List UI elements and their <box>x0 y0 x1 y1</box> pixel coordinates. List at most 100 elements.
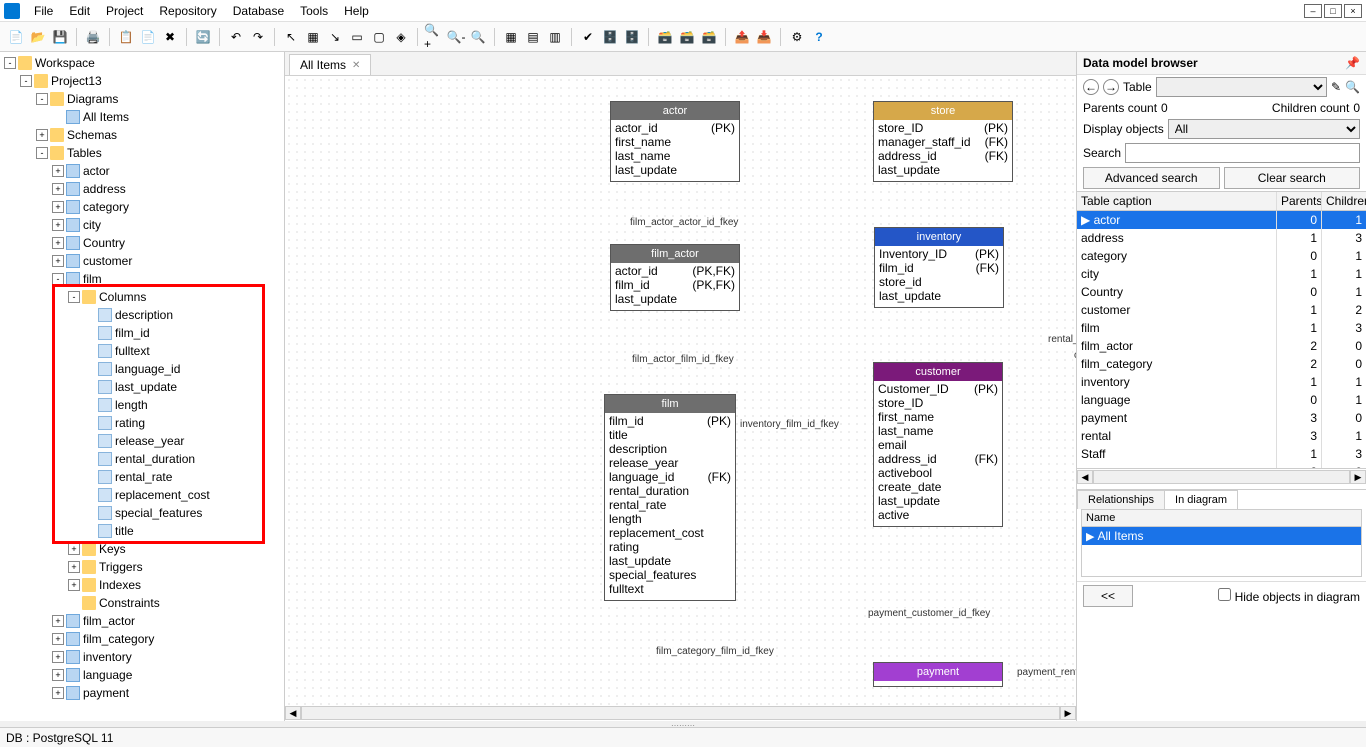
entity-column[interactable]: fulltext <box>609 582 731 596</box>
entity-column[interactable]: last_update <box>615 163 735 177</box>
pointer-icon[interactable]: ↖ <box>281 27 301 47</box>
entity-inventory[interactable]: inventoryInventory_ID(PK)film_id(FK)stor… <box>874 227 1004 308</box>
db3-icon[interactable]: 🗃️ <box>655 27 675 47</box>
group-tool-icon[interactable]: ▢ <box>369 27 389 47</box>
tree-all-items[interactable]: All Items <box>0 108 284 126</box>
entity-store[interactable]: storestore_ID(PK)manager_staff_id(FK)add… <box>873 101 1013 182</box>
entity-column[interactable]: first_name <box>878 410 998 424</box>
entity-column[interactable]: last_name <box>615 149 735 163</box>
tree-column-language_id[interactable]: language_id <box>0 360 284 378</box>
entity-column[interactable]: last_name <box>878 424 998 438</box>
entity-payment[interactable]: payment <box>873 662 1003 687</box>
tree-table-inventory[interactable]: +inventory <box>0 648 284 666</box>
menu-edit[interactable]: Edit <box>61 2 98 20</box>
find-icon[interactable]: 🔍 <box>1345 80 1360 94</box>
entity-column[interactable]: last_update <box>878 163 1008 177</box>
hide-objects-checkbox[interactable]: Hide objects in diagram <box>1218 588 1360 604</box>
back-button[interactable]: << <box>1083 585 1133 607</box>
tree-column-rating[interactable]: rating <box>0 414 284 432</box>
pin-icon[interactable]: 📌 <box>1345 56 1360 70</box>
entity-column[interactable]: store_ID <box>878 396 998 410</box>
tree-column-title[interactable]: title <box>0 522 284 540</box>
tree-column-last_update[interactable]: last_update <box>0 378 284 396</box>
tree-column-description[interactable]: description <box>0 306 284 324</box>
tab-in-diagram[interactable]: In diagram <box>1164 490 1238 509</box>
tree-table-film[interactable]: -film <box>0 270 284 288</box>
tree-indexes[interactable]: +Indexes <box>0 576 284 594</box>
tree-table-Country[interactable]: +Country <box>0 234 284 252</box>
entity-column[interactable]: store_ID(PK) <box>878 121 1008 135</box>
close-button[interactable]: × <box>1344 4 1362 18</box>
tab-all-items[interactable]: All Items ✕ <box>289 54 371 75</box>
tree-project[interactable]: -Project13 <box>0 72 284 90</box>
entity-column[interactable]: film_id(FK) <box>879 261 999 275</box>
tree-table-film_category[interactable]: +film_category <box>0 630 284 648</box>
grid-row[interactable]: film_actor20 <box>1077 337 1366 355</box>
entity-column[interactable]: actor_id(PK,FK) <box>615 264 735 278</box>
grid-row[interactable]: language01 <box>1077 391 1366 409</box>
zoom-out-icon[interactable]: 🔍- <box>446 27 466 47</box>
tree-table-category[interactable]: +category <box>0 198 284 216</box>
import-icon[interactable]: 📥 <box>754 27 774 47</box>
tree-tables[interactable]: -Tables <box>0 144 284 162</box>
print-icon[interactable]: 🖨️ <box>83 27 103 47</box>
tree-constraints[interactable]: Constraints <box>0 594 284 612</box>
menu-help[interactable]: Help <box>336 2 377 20</box>
tree-workspace[interactable]: -Workspace <box>0 54 284 72</box>
tree-keys[interactable]: +Keys <box>0 540 284 558</box>
tree-column-fulltext[interactable]: fulltext <box>0 342 284 360</box>
tree-column-replacement_cost[interactable]: replacement_cost <box>0 486 284 504</box>
diagram-list[interactable]: Name ▶ All Items <box>1081 509 1362 577</box>
entity-column[interactable]: last_update <box>878 494 998 508</box>
tree-table-language[interactable]: +language <box>0 666 284 684</box>
db4-icon[interactable]: 🗃️ <box>677 27 697 47</box>
menu-repository[interactable]: Repository <box>151 2 224 20</box>
copy-icon[interactable]: 📋 <box>116 27 136 47</box>
clear-search-button[interactable]: Clear search <box>1224 167 1361 189</box>
tree-table-address[interactable]: +address <box>0 180 284 198</box>
entity-column[interactable]: first_name <box>615 135 735 149</box>
tree-table-film_actor[interactable]: +film_actor <box>0 612 284 630</box>
grid-row[interactable]: category01 <box>1077 247 1366 265</box>
tree-column-release_year[interactable]: release_year <box>0 432 284 450</box>
grid-row[interactable]: customer12 <box>1077 301 1366 319</box>
minimize-button[interactable]: – <box>1304 4 1322 18</box>
browser-grid[interactable]: ▶ actor01address13category01city11Countr… <box>1077 211 1366 469</box>
paste-icon[interactable]: 📄 <box>138 27 158 47</box>
diagram-list-item[interactable]: ▶ All Items <box>1082 527 1361 545</box>
tab-relationships[interactable]: Relationships <box>1077 490 1165 509</box>
entity-column[interactable]: release_year <box>609 456 731 470</box>
entity-column[interactable]: rental_rate <box>609 498 731 512</box>
settings-icon[interactable]: ⚙ <box>787 27 807 47</box>
tree-column-film_id[interactable]: film_id <box>0 324 284 342</box>
entity-column[interactable]: rental_duration <box>609 484 731 498</box>
tree-table-city[interactable]: +city <box>0 216 284 234</box>
entity-column[interactable]: film_id(PK) <box>609 414 731 428</box>
entity-column[interactable]: special_features <box>609 568 731 582</box>
search-input[interactable] <box>1125 143 1360 163</box>
tree-columns[interactable]: -Columns <box>0 288 284 306</box>
entity-column[interactable]: address_id(FK) <box>878 452 998 466</box>
entity-column[interactable]: actor_id(PK) <box>615 121 735 135</box>
entity-column[interactable]: last_update <box>615 292 735 306</box>
grid-icon[interactable]: ▦ <box>501 27 521 47</box>
grid-row[interactable]: payment30 <box>1077 409 1366 427</box>
advanced-search-button[interactable]: Advanced search <box>1083 167 1220 189</box>
undo-icon[interactable]: ↶ <box>226 27 246 47</box>
diagram-canvas[interactable]: actoractor_id(PK)first_namelast_namelast… <box>285 76 1076 705</box>
zoom-in-icon[interactable]: 🔍+ <box>424 27 444 47</box>
entity-column[interactable]: create_date <box>878 480 998 494</box>
db2-icon[interactable]: 🗄️ <box>622 27 642 47</box>
tree-schemas[interactable]: +Schemas <box>0 126 284 144</box>
entity-actor[interactable]: actoractor_id(PK)first_namelast_namelast… <box>610 101 740 182</box>
object-tree[interactable]: -Workspace-Project13-DiagramsAll Items+S… <box>0 52 284 721</box>
tree-column-length[interactable]: length <box>0 396 284 414</box>
entity-column[interactable]: activebool <box>878 466 998 480</box>
grid-row[interactable]: Staff13 <box>1077 445 1366 463</box>
new-icon[interactable]: 📄 <box>6 27 26 47</box>
entity-column[interactable]: Customer_ID(PK) <box>878 382 998 396</box>
entity-film[interactable]: filmfilm_id(PK)titledescriptionrelease_y… <box>604 394 736 601</box>
help-icon[interactable]: ? <box>809 27 829 47</box>
horizontal-scrollbar[interactable]: ◀▶ <box>285 705 1076 721</box>
stamp-icon[interactable]: ◈ <box>391 27 411 47</box>
